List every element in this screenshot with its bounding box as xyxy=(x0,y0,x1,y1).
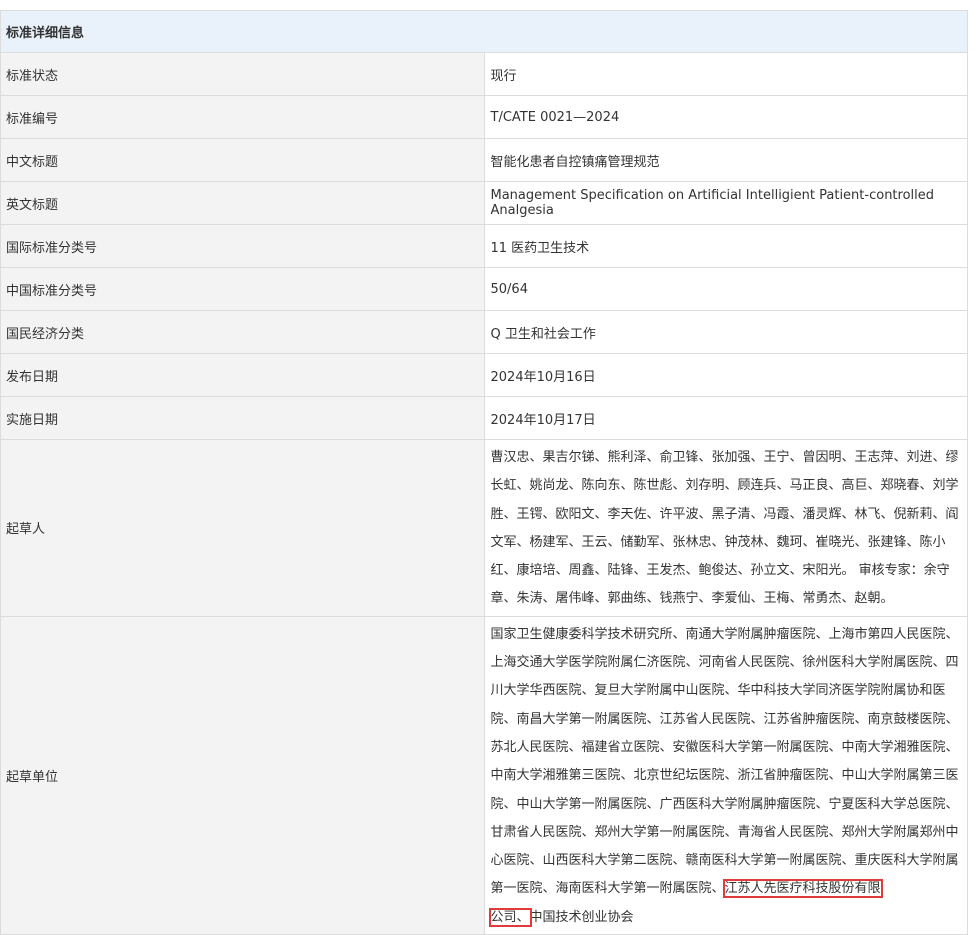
row-label-english-title: 英文标题 xyxy=(0,181,485,225)
table-row: 国际标准分类号 11 医药卫生技术 xyxy=(0,224,968,268)
row-label-ics: 国际标准分类号 xyxy=(0,224,485,268)
drafting-units-text: 国家卫生健康委科学技术研究所、南通大学附属肿瘤医院、上海市第四人民医院、上海交通… xyxy=(490,626,959,897)
row-label-drafters: 起草人 xyxy=(0,439,485,617)
table-row: 起草人 曹汉忠、果吉尔锑、熊利泽、俞卫锋、张加强、王宁、曾因明、王志萍、刘进、缪… xyxy=(0,439,968,617)
standard-detail-page: 标准详细信息 标准状态 现行 标准编号 T/CATE 0021—2024 中文标… xyxy=(0,0,980,935)
highlighted-unit-line1: 江苏人先医疗科技股份有限 xyxy=(722,879,883,899)
table-row: 中国标准分类号 50/64 xyxy=(0,267,968,311)
row-value-effective-date: 2024年10月17日 xyxy=(483,396,968,440)
row-value-status: 现行 xyxy=(483,52,968,96)
row-value-economic-class: Q 卫生和社会工作 xyxy=(483,310,968,354)
table-row: 起草单位 国家卫生健康委科学技术研究所、南通大学附属肿瘤医院、上海市第四人民医院… xyxy=(0,615,968,935)
row-label-effective-date: 实施日期 xyxy=(0,396,485,440)
row-value-ics: 11 医药卫生技术 xyxy=(483,224,968,268)
table-row: 国民经济分类 Q 卫生和社会工作 xyxy=(0,310,968,354)
row-value-english-title: Management Specification on Artificial I… xyxy=(483,181,968,225)
table-header-row: 标准详细信息 xyxy=(0,10,968,53)
highlighted-unit-line2: 公司、 xyxy=(488,907,532,927)
table-row: 发布日期 2024年10月16日 xyxy=(0,353,968,397)
row-label-status: 标准状态 xyxy=(0,52,485,96)
row-label-standard-number: 标准编号 xyxy=(0,95,485,139)
row-label-publish-date: 发布日期 xyxy=(0,353,485,397)
row-value-chinese-title: 智能化患者自控镇痛管理规范 xyxy=(483,138,968,182)
row-value-drafters: 曹汉忠、果吉尔锑、熊利泽、俞卫锋、张加强、王宁、曾因明、王志萍、刘进、缪长虹、姚… xyxy=(483,439,968,617)
row-label-chinese-title: 中文标题 xyxy=(0,138,485,182)
table-row: 英文标题 Management Specification on Artific… xyxy=(0,181,968,225)
row-value-drafting-units: 国家卫生健康委科学技术研究所、南通大学附属肿瘤医院、上海市第四人民医院、上海交通… xyxy=(483,615,968,935)
table-row: 中文标题 智能化患者自控镇痛管理规范 xyxy=(0,138,968,182)
standard-detail-table: 标准详细信息 标准状态 现行 标准编号 T/CATE 0021—2024 中文标… xyxy=(0,10,968,935)
row-label-ccs: 中国标准分类号 xyxy=(0,267,485,311)
row-value-publish-date: 2024年10月16日 xyxy=(483,353,968,397)
table-row: 标准编号 T/CATE 0021—2024 xyxy=(0,95,968,139)
table-row: 实施日期 2024年10月17日 xyxy=(0,396,968,440)
drafting-units-text-end: 中国技术创业协会 xyxy=(529,909,634,925)
row-value-standard-number: T/CATE 0021—2024 xyxy=(483,95,968,139)
row-label-economic-class: 国民经济分类 xyxy=(0,310,485,354)
table-row: 标准状态 现行 xyxy=(0,52,968,96)
row-value-ccs: 50/64 xyxy=(483,267,968,311)
table-header-title: 标准详细信息 xyxy=(0,10,968,53)
row-label-drafting-units: 起草单位 xyxy=(0,615,485,935)
